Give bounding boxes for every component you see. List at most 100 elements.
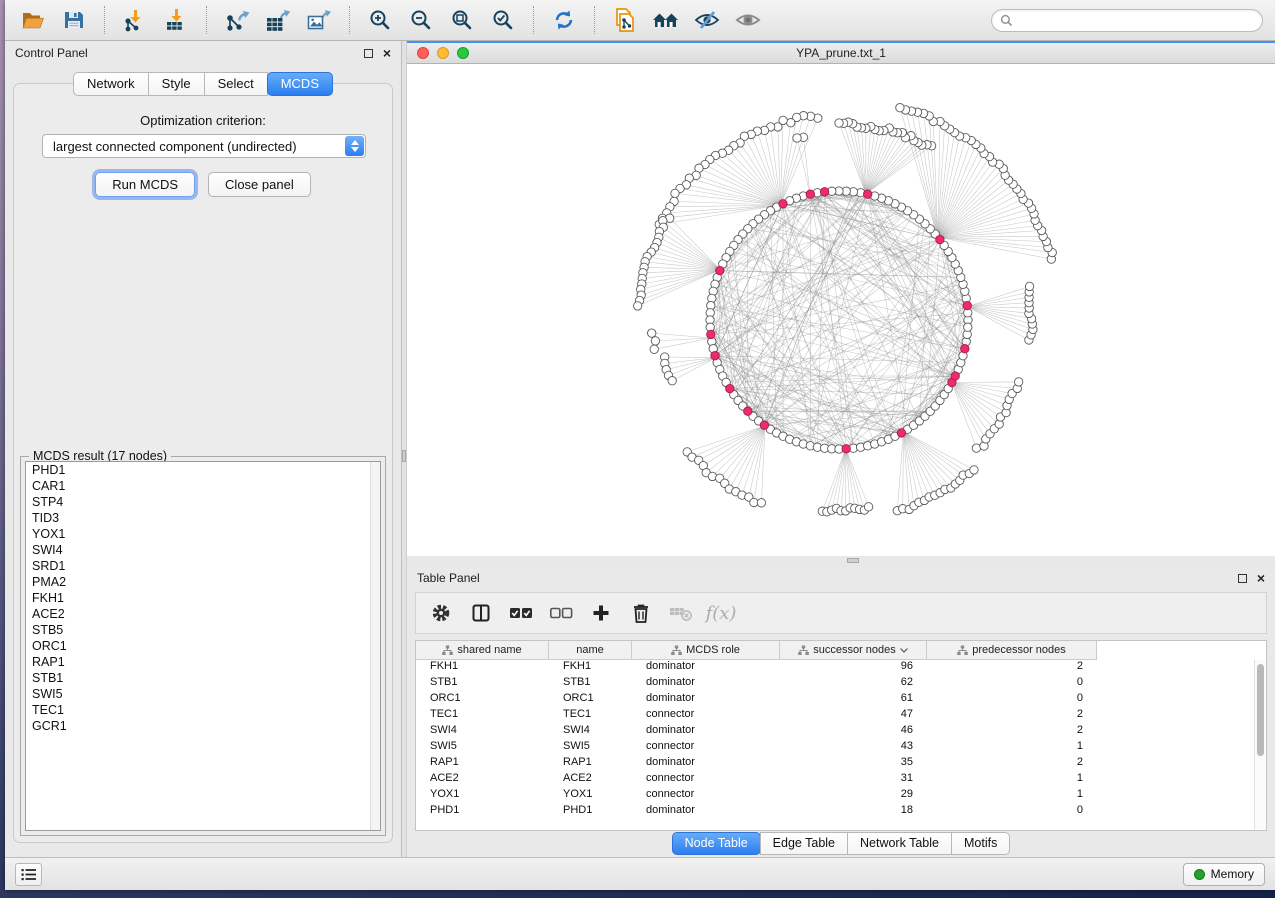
close-panel-icon[interactable]: × [383,46,391,60]
cell-predecessor-nodes[interactable]: 1 [927,788,1097,804]
export-image-icon[interactable] [303,4,335,36]
cell-name[interactable]: SWI4 [549,724,632,740]
table-row[interactable]: TEC1TEC1connector472 [416,708,1266,724]
search-field[interactable] [991,9,1263,32]
show-column-panel-icon[interactable] [466,598,496,628]
column-header-shared-name[interactable]: shared name [416,641,549,660]
run-mcds-button[interactable]: Run MCDS [95,172,195,197]
mcds-result-item[interactable]: SWI4 [26,542,380,558]
cell-name[interactable]: FKH1 [549,660,632,676]
column-header-successor-nodes[interactable]: successor nodes [780,641,927,660]
cell-name[interactable]: TEC1 [549,708,632,724]
table-row[interactable]: RAP1RAP1dominator352 [416,756,1266,772]
cell-successor-nodes[interactable]: 29 [780,788,927,804]
tab-mcds[interactable]: MCDS [267,72,333,96]
memory-button[interactable]: Memory [1183,863,1265,886]
mcds-result-item[interactable]: GCR1 [26,718,380,734]
table-row[interactable]: SWI4SWI4dominator462 [416,724,1266,740]
tab-node-table[interactable]: Node Table [672,832,761,855]
cell-shared-name[interactable]: SWI4 [416,724,549,740]
divider-grip[interactable] [402,450,406,462]
network-window-titlebar[interactable]: YPA_prune.txt_1 [407,43,1275,64]
delete-rows-icon[interactable] [626,598,656,628]
mcds-result-item[interactable]: STB1 [26,670,380,686]
cell-name[interactable]: ORC1 [549,692,632,708]
mcds-result-item[interactable]: ACE2 [26,606,380,622]
cell-predecessor-nodes[interactable]: 0 [927,804,1097,820]
cell-mcds-role[interactable]: dominator [632,660,780,676]
cell-shared-name[interactable]: SWI5 [416,740,549,756]
table-row[interactable]: FKH1FKH1dominator962 [416,660,1266,676]
table-row[interactable]: STB1STB1dominator620 [416,676,1266,692]
task-history-button[interactable] [15,863,42,886]
cell-successor-nodes[interactable]: 43 [780,740,927,756]
cell-mcds-role[interactable]: dominator [632,804,780,820]
mcds-result-item[interactable]: SRD1 [26,558,380,574]
float-window-icon[interactable] [364,49,373,58]
cell-successor-nodes[interactable]: 47 [780,708,927,724]
cell-successor-nodes[interactable]: 35 [780,756,927,772]
cell-successor-nodes[interactable]: 96 [780,660,927,676]
minimize-window-icon[interactable] [437,47,449,59]
cell-name[interactable]: ACE2 [549,772,632,788]
select-all-icon[interactable] [506,598,536,628]
export-network-icon[interactable] [221,4,253,36]
mcds-result-item[interactable]: TEC1 [26,702,380,718]
cell-shared-name[interactable]: ORC1 [416,692,549,708]
save-session-icon[interactable] [58,4,90,36]
import-network-icon[interactable] [119,4,151,36]
tab-network[interactable]: Network [73,72,149,96]
zoom-fit-icon[interactable] [446,4,478,36]
cell-shared-name[interactable]: RAP1 [416,756,549,772]
column-header-predecessor-nodes[interactable]: predecessor nodes [927,641,1097,660]
cell-successor-nodes[interactable]: 18 [780,804,927,820]
cell-predecessor-nodes[interactable]: 1 [927,740,1097,756]
mcds-result-item[interactable]: TID3 [26,510,380,526]
close-panel-icon[interactable]: × [1257,571,1265,585]
cell-successor-nodes[interactable]: 31 [780,772,927,788]
cell-name[interactable]: YOX1 [549,788,632,804]
tab-motifs[interactable]: Motifs [951,832,1010,855]
column-header-mcds-role[interactable]: MCDS role [632,641,780,660]
add-row-icon[interactable] [586,598,616,628]
cell-predecessor-nodes[interactable]: 2 [927,708,1097,724]
hide-selected-icon[interactable] [691,4,723,36]
table-settings-icon[interactable] [426,598,456,628]
cell-predecessor-nodes[interactable]: 0 [927,676,1097,692]
tab-select[interactable]: Select [204,72,268,96]
zoom-in-icon[interactable] [364,4,396,36]
mcds-result-item[interactable]: PMA2 [26,574,380,590]
cell-name[interactable]: STB1 [549,676,632,692]
close-window-icon[interactable] [417,47,429,59]
cell-predecessor-nodes[interactable]: 2 [927,756,1097,772]
zoom-selected-icon[interactable] [487,4,519,36]
cell-predecessor-nodes[interactable]: 2 [927,724,1097,740]
horizontal-split-divider[interactable] [407,556,1275,566]
network-graph[interactable] [407,64,1275,556]
cell-successor-nodes[interactable]: 62 [780,676,927,692]
table-row[interactable]: ORC1ORC1dominator610 [416,692,1266,708]
deselect-all-icon[interactable] [546,598,576,628]
import-table-icon[interactable] [160,4,192,36]
table-row[interactable]: SWI5SWI5connector431 [416,740,1266,756]
close-panel-button[interactable]: Close panel [208,172,311,197]
tab-network-table[interactable]: Network Table [847,832,952,855]
cell-successor-nodes[interactable]: 46 [780,724,927,740]
cell-shared-name[interactable]: ACE2 [416,772,549,788]
refresh-icon[interactable] [548,4,580,36]
mcds-result-item[interactable]: PHD1 [26,462,380,478]
column-header-name[interactable]: name [549,641,632,660]
cell-shared-name[interactable]: FKH1 [416,660,549,676]
cell-successor-nodes[interactable]: 61 [780,692,927,708]
network-canvas[interactable] [407,64,1275,556]
cell-mcds-role[interactable]: dominator [632,724,780,740]
mcds-result-item[interactable]: STB5 [26,622,380,638]
mcds-result-list[interactable]: PHD1CAR1STP4TID3YOX1SWI4SRD1PMA2FKH1ACE2… [25,461,381,831]
function-builder-icon[interactable]: f(x) [706,598,736,628]
cell-shared-name[interactable]: PHD1 [416,804,549,820]
open-file-icon[interactable] [17,4,49,36]
delete-table-icon[interactable] [666,598,696,628]
cell-mcds-role[interactable]: dominator [632,692,780,708]
mcds-result-item[interactable]: SWI5 [26,686,380,702]
mcds-result-item[interactable]: STP4 [26,494,380,510]
